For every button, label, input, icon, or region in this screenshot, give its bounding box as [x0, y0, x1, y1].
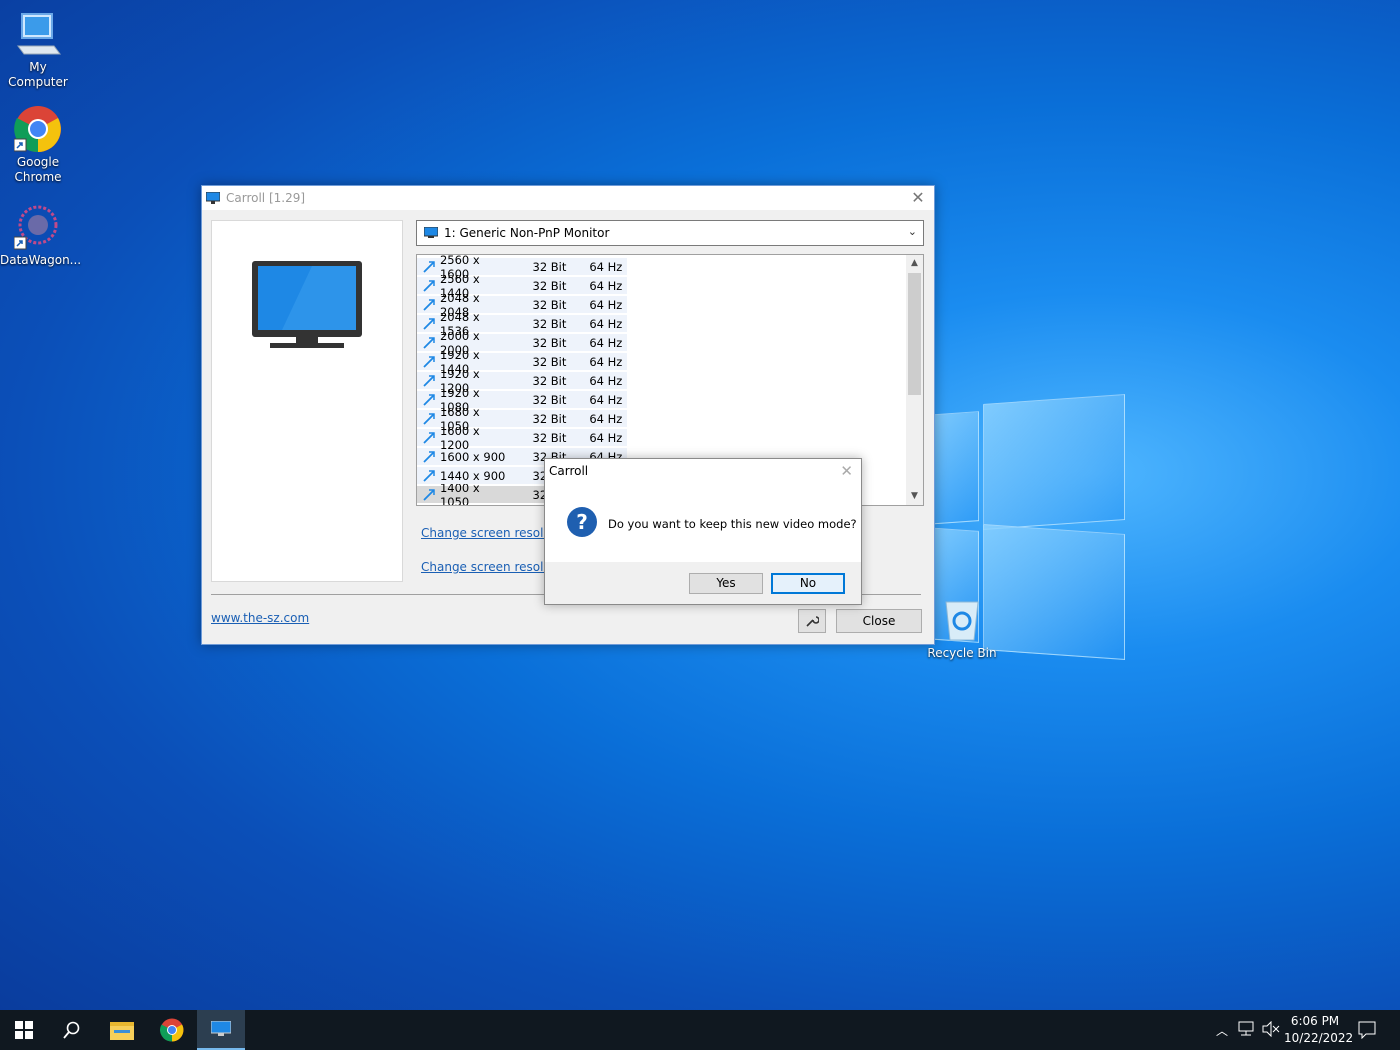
list-scrollbar[interactable]: ▲ ▼ — [906, 255, 923, 505]
mode-frequency: 64 Hz — [584, 391, 627, 408]
mode-resolution: 1600 x 900 — [440, 449, 506, 464]
resize-arrow-icon — [423, 469, 435, 482]
clock-time: 6:06 PM — [1290, 1014, 1340, 1028]
monitor-illustration-icon — [252, 261, 362, 348]
mode-resolution: 1440 x 900 — [440, 468, 506, 483]
app-monitor-icon — [206, 192, 220, 204]
website-link[interactable]: www.the-sz.com — [211, 611, 309, 625]
scroll-up-icon[interactable]: ▲ — [906, 255, 923, 272]
notification-icon[interactable] — [1358, 1021, 1376, 1042]
resize-arrow-icon — [423, 393, 435, 406]
start-button[interactable] — [0, 1010, 48, 1050]
video-mode-row[interactable]: 2560 x 1600 32 Bit 64 Hz — [417, 255, 627, 281]
window-title: Carroll [1.29] — [226, 191, 306, 205]
folder-icon — [110, 1022, 134, 1040]
close-button[interactable]: Close — [836, 609, 922, 633]
mode-depth: 32 Bit — [512, 372, 585, 389]
mode-frequency: 64 Hz — [584, 410, 627, 427]
mode-resolution: 2560 x 1600 — [439, 254, 480, 281]
search-icon — [63, 1021, 80, 1039]
mode-frequency: 64 Hz — [584, 258, 627, 275]
mode-frequency: 64 Hz — [584, 315, 627, 332]
taskbar-carroll[interactable] — [197, 1010, 245, 1050]
computer-icon — [14, 10, 62, 58]
dialog-footer: Yes No — [545, 562, 861, 604]
resize-arrow-icon — [423, 412, 435, 425]
mode-depth: 32 Bit — [512, 277, 585, 294]
system-clock[interactable]: 6:06 PM 10/22/2022 — [1284, 1013, 1354, 1047]
mode-depth: 32 Bit — [512, 258, 585, 275]
resize-arrow-icon — [423, 317, 435, 330]
wrench-icon — [806, 616, 820, 627]
scroll-thumb[interactable] — [908, 273, 921, 395]
monitor-dropdown-value: 1: Generic Non-PnP Monitor — [444, 226, 610, 240]
mode-frequency: 64 Hz — [584, 296, 627, 313]
yes-button[interactable]: Yes — [689, 573, 763, 594]
monitor-icon — [211, 1021, 231, 1036]
chrome-icon — [160, 1018, 184, 1042]
resize-arrow-icon — [423, 355, 435, 368]
mode-depth: 32 Bit — [512, 410, 585, 427]
resize-arrow-icon — [423, 488, 435, 501]
monitor-preview — [211, 220, 403, 582]
taskbar: ︿ 6:06 PM 10/22/2022 — [0, 1010, 1400, 1050]
resize-arrow-icon — [423, 336, 435, 349]
resize-arrow-icon — [423, 431, 435, 444]
resize-arrow-icon — [423, 298, 435, 311]
resize-arrow-icon — [423, 450, 435, 463]
scroll-down-icon[interactable]: ▼ — [906, 488, 923, 505]
monitor-dropdown[interactable]: 1: Generic Non-PnP Monitor ⌄ — [416, 220, 924, 246]
desktop-icon-datawagon[interactable]: DataWagon... — [0, 203, 81, 268]
mode-frequency: 64 Hz — [584, 372, 627, 389]
desktop-icon-recycle-bin[interactable]: Recycle Bin — [924, 596, 1000, 661]
monitor-icon — [424, 227, 438, 238]
windows-start-icon — [15, 1021, 33, 1039]
dialog-message: Do you want to keep this new video mode? — [608, 517, 857, 531]
taskbar-file-explorer[interactable] — [98, 1010, 146, 1050]
resize-arrow-icon — [423, 260, 435, 273]
mode-depth: 32 Bit — [512, 429, 585, 446]
no-button[interactable]: No — [771, 573, 845, 594]
window-titlebar[interactable]: Carroll [1.29] ✕ — [202, 186, 934, 210]
resize-arrow-icon — [423, 279, 435, 292]
taskbar-chrome[interactable] — [148, 1010, 196, 1050]
mode-depth: 32 Bit — [512, 296, 585, 313]
mode-frequency: 64 Hz — [584, 353, 627, 370]
network-icon[interactable] — [1238, 1021, 1256, 1040]
datawagon-icon — [13, 203, 62, 251]
question-icon: ? — [567, 507, 597, 537]
dialog-title: Carroll — [549, 464, 589, 478]
mode-frequency: 64 Hz — [584, 277, 627, 294]
recycle-bin-icon — [938, 596, 986, 644]
desktop-icon-google-chrome[interactable]: Google Chrome — [0, 105, 76, 185]
desktop-icon-my-computer[interactable]: My Computer — [0, 10, 76, 90]
confirm-dialog[interactable]: Carroll ✕ ? Do you want to keep this new… — [544, 458, 862, 605]
mode-depth: 32 Bit — [512, 334, 585, 351]
tray-chevron-up-icon[interactable]: ︿ — [1216, 1022, 1228, 1039]
mode-frequency: 64 Hz — [584, 429, 627, 446]
dialog-close-icon[interactable]: ✕ — [840, 462, 853, 480]
mode-depth: 32 Bit — [512, 315, 585, 332]
resize-arrow-icon — [423, 374, 435, 387]
clock-date: 10/22/2022 — [1284, 1031, 1354, 1045]
mode-frequency: 64 Hz — [584, 334, 627, 351]
volume-muted-icon[interactable] — [1262, 1020, 1280, 1040]
settings-button[interactable] — [798, 609, 826, 633]
chevron-down-icon: ⌄ — [907, 225, 917, 238]
window-close-icon[interactable]: ✕ — [908, 188, 928, 208]
mode-depth: 32 Bit — [512, 353, 585, 370]
chrome-icon — [13, 105, 62, 153]
mode-depth: 32 Bit — [512, 391, 585, 408]
search-button[interactable] — [48, 1010, 96, 1050]
